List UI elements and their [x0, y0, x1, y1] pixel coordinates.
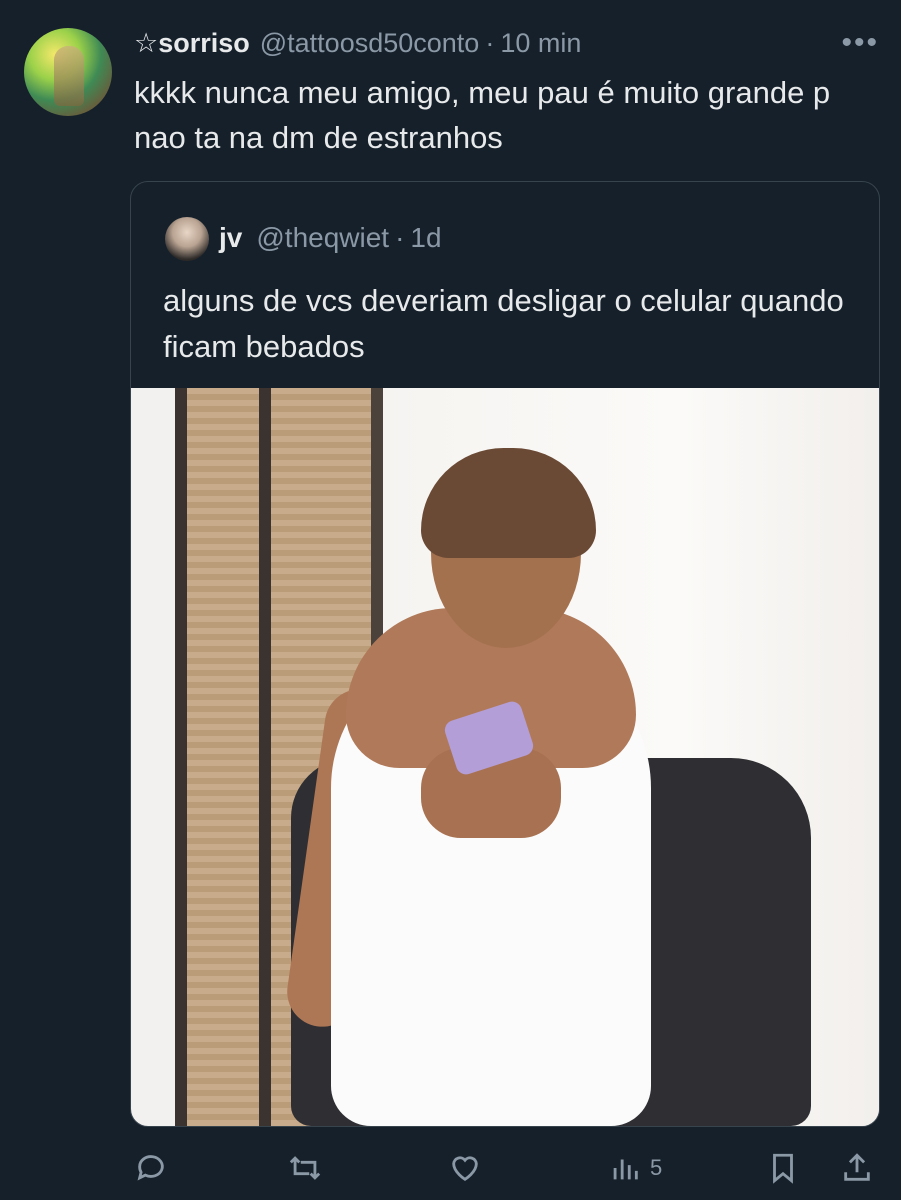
- tweet-text: kkkk nunca meu amigo, meu pau é muito gr…: [134, 75, 831, 155]
- heart-icon: [452, 1156, 478, 1182]
- reply-button[interactable]: [134, 1148, 168, 1188]
- quoted-author-avatar: [165, 217, 209, 261]
- separator-dot: ·: [485, 28, 495, 58]
- tweet-actions-bar: 5: [0, 1138, 901, 1198]
- views-count: 5: [650, 1155, 663, 1180]
- quoted-tweet-text: alguns de vcs deveriam desligar o celula…: [163, 283, 844, 364]
- quoted-tweet-timestamp: 1d: [410, 222, 442, 253]
- separator-dot: ·: [395, 222, 405, 253]
- like-button[interactable]: [448, 1148, 482, 1188]
- reply-icon: [137, 1155, 164, 1181]
- share-button[interactable]: [840, 1148, 874, 1188]
- retweet-icon: [289, 1156, 321, 1180]
- author-avatar[interactable]: [24, 28, 112, 116]
- bookmark-icon: [773, 1153, 793, 1184]
- quoted-tweet-header: jv @theqwiet · 1d: [219, 220, 442, 256]
- share-icon: [844, 1153, 870, 1181]
- views-button[interactable]: 5: [608, 1148, 662, 1188]
- author-handle[interactable]: @tattoosd50conto: [260, 26, 480, 60]
- author-display-name[interactable]: ☆sorriso: [134, 26, 250, 60]
- tweet-header: ☆sorriso @tattoosd50conto · 10 min: [134, 26, 581, 60]
- more-options-icon[interactable]: •••: [841, 28, 879, 58]
- bookmark-button[interactable]: [766, 1148, 800, 1188]
- quoted-author-display-name: jv: [219, 222, 243, 253]
- retweet-button[interactable]: [288, 1148, 322, 1188]
- quoted-tweet[interactable]: jv @theqwiet · 1d alguns de vcs deveriam…: [130, 181, 880, 1127]
- views-icon: [613, 1159, 638, 1180]
- quoted-tweet-photo[interactable]: [131, 388, 879, 1126]
- tweet-timestamp[interactable]: 10 min: [500, 26, 581, 60]
- quoted-author-handle: @theqwiet: [256, 222, 390, 253]
